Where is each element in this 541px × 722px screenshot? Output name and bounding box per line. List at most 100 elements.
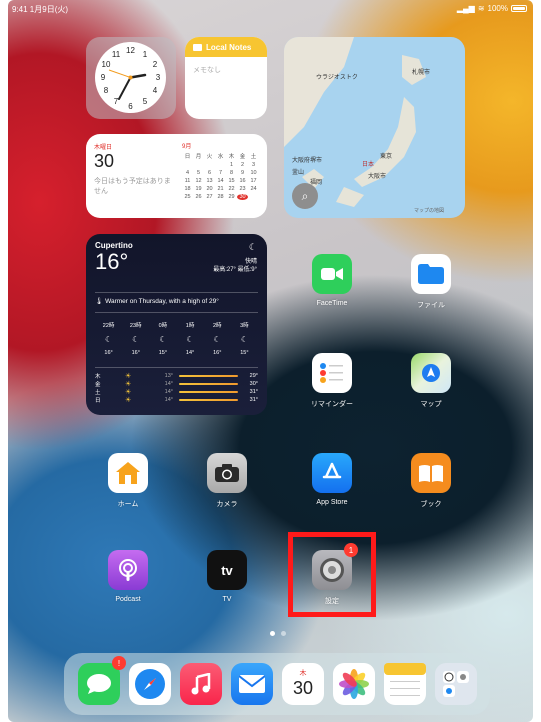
calendar-grid-header: 月	[195, 154, 202, 160]
camera-icon	[207, 453, 247, 493]
calendar-grid-day	[215, 162, 226, 168]
day-high: 30°	[249, 381, 258, 387]
hour-temp: 15°	[240, 350, 249, 356]
app-files[interactable]: ファイル	[396, 254, 466, 310]
status-indicators: ▂▄▆ ≋ 100%	[457, 4, 527, 13]
moon-icon: ☾	[104, 335, 113, 344]
app-label: App Store	[316, 499, 348, 506]
day-high: 31°	[249, 397, 258, 403]
day-name: 土	[95, 390, 101, 396]
app-camera[interactable]: カメラ	[192, 453, 262, 509]
calendar-grid-day: 8	[229, 170, 234, 176]
safari-icon[interactable]	[129, 663, 171, 705]
day-row: 木 ☀ 13° 29°	[95, 372, 258, 380]
page-dot[interactable]	[281, 631, 286, 636]
music-icon[interactable]	[180, 663, 222, 705]
folder-icon	[193, 43, 202, 51]
map-icon	[411, 353, 451, 393]
day-name: 日	[95, 398, 101, 404]
calendar-grid-header: 火	[206, 154, 213, 160]
appletv-icon: tv	[207, 550, 247, 590]
photos-icon[interactable]	[333, 663, 375, 705]
svg-text:3: 3	[156, 73, 161, 82]
mail-icon[interactable]	[231, 663, 273, 705]
calendar-widget[interactable]: 木曜日 30 今日はもう予定はありません 9月 日月火水木金土123456789…	[86, 134, 267, 218]
moon-icon: ☾	[213, 335, 221, 344]
messages-badge: !	[112, 656, 126, 670]
calendar-grid-day: 29	[228, 194, 235, 200]
app-maps[interactable]: マップ	[396, 353, 466, 409]
day-high: 29°	[249, 373, 258, 379]
hour-time: 2時	[212, 323, 222, 329]
svg-text:6: 6	[128, 102, 133, 111]
app-label: Podcast	[115, 596, 141, 603]
thermometer-icon: 🌡	[95, 298, 104, 305]
calendar-grid-day: 16	[239, 178, 246, 184]
app-books[interactable]: ブック	[396, 453, 466, 509]
calendar-grid-day	[182, 162, 193, 168]
clock-hands-icon: 12 12 345 678 91011	[101, 46, 161, 111]
calendar-no-events: 今日はもう予定はありません	[94, 178, 171, 195]
battery-percent: 100%	[487, 4, 508, 13]
day-high: 31°	[249, 389, 258, 395]
sun-icon: ☀	[125, 381, 132, 388]
day-name: 木	[95, 374, 101, 380]
daily-forecast: 木 ☀ 13° 29° 金 ☀ 14° 30° 土 ☀ 14° 31° 日 ☀ 14° 31°	[95, 372, 258, 404]
temp-range-bar	[179, 399, 238, 401]
notes-header: Local Notes	[185, 37, 267, 57]
calendar-grid-header: 金	[239, 154, 246, 160]
svg-text:11: 11	[112, 50, 121, 59]
calendar-grid-day: 11	[184, 178, 191, 184]
clock-widget[interactable]: 12 1 2 345 678 9 10 11	[86, 37, 176, 119]
map-widget[interactable]: ウラジオストク 札幌市 大阪府堺市 日本 東京 大阪市 釜山 福岡 マップの地図…	[284, 37, 465, 218]
moon-icon: ☾	[240, 335, 248, 344]
calendar-grid-day: 25	[184, 194, 191, 200]
notes-widget[interactable]: Local Notes メモなし	[185, 37, 267, 119]
calendar-grid-day: 6	[207, 170, 212, 176]
app-appstore[interactable]: App Store	[297, 453, 367, 506]
weather-widget[interactable]: Cupertino 16° ☾ 快晴 最高:27° 最低:9° 🌡 Warmer…	[86, 234, 267, 415]
calendar-grid-day	[204, 162, 215, 168]
app-facetime[interactable]: FaceTime	[297, 254, 367, 307]
moon-icon: ☾	[159, 335, 167, 344]
map-label: 日本	[362, 162, 375, 168]
app-reminders[interactable]: リマインダー	[297, 353, 367, 409]
messages-icon[interactable]: !	[78, 656, 126, 705]
calendar-grid-day: 14	[217, 178, 224, 184]
calendar-month-view: 9月 日月火水木金土 1 2 3 4 5 6 7 8 9 10 11 12 13 14 15 16 17 18 19 2…	[182, 141, 262, 200]
hour-temp: 16°	[104, 350, 113, 356]
svg-text:5: 5	[143, 97, 148, 106]
calendar-grid-day: 1	[229, 162, 234, 168]
app-label: カメラ	[216, 501, 238, 508]
search-icon[interactable]: ⌕	[292, 183, 318, 209]
map-label: 大阪市	[368, 174, 387, 180]
divider	[95, 312, 258, 313]
reminders-icon	[312, 353, 352, 393]
app-podcast[interactable]: Podcast	[93, 550, 163, 603]
page-indicator[interactable]	[270, 631, 286, 636]
page-dot[interactable]	[270, 631, 275, 636]
app-label: リマインダー	[311, 401, 353, 408]
calendar-grid: 日月火水木金土 1 2 3 4 5 6 7 8 9 10 11 12 13 14 15 16 17 18 19 20 21…	[182, 152, 262, 200]
calendar-grid-day: 12	[195, 178, 202, 184]
calendar-grid-day: 17	[250, 178, 257, 184]
hour-temp: 16°	[131, 350, 140, 356]
podcast-icon	[108, 550, 148, 590]
facetime-icon	[312, 254, 352, 294]
calendar-weekday: 木曜日	[94, 145, 113, 151]
svg-text:8: 8	[104, 86, 109, 95]
calendar-grid-day: 22	[228, 186, 235, 192]
calendar-grid-header: 水	[217, 154, 224, 160]
svg-text:4: 4	[153, 86, 158, 95]
hour-temp: 15°	[158, 350, 168, 356]
calendar-icon[interactable]: 木 30	[282, 663, 324, 705]
day-low: 14°	[164, 397, 173, 403]
notes-icon[interactable]	[384, 663, 426, 705]
app-tv[interactable]: tv TV	[192, 550, 262, 603]
day-row: 金 ☀ 14° 30°	[95, 380, 258, 388]
app-library-icon[interactable]	[435, 663, 477, 705]
app-home[interactable]: ホーム	[93, 453, 163, 509]
calendar-grid-day: 9	[240, 170, 245, 176]
moon-icon: ☾	[248, 242, 257, 252]
app-label: マップ	[420, 401, 442, 408]
